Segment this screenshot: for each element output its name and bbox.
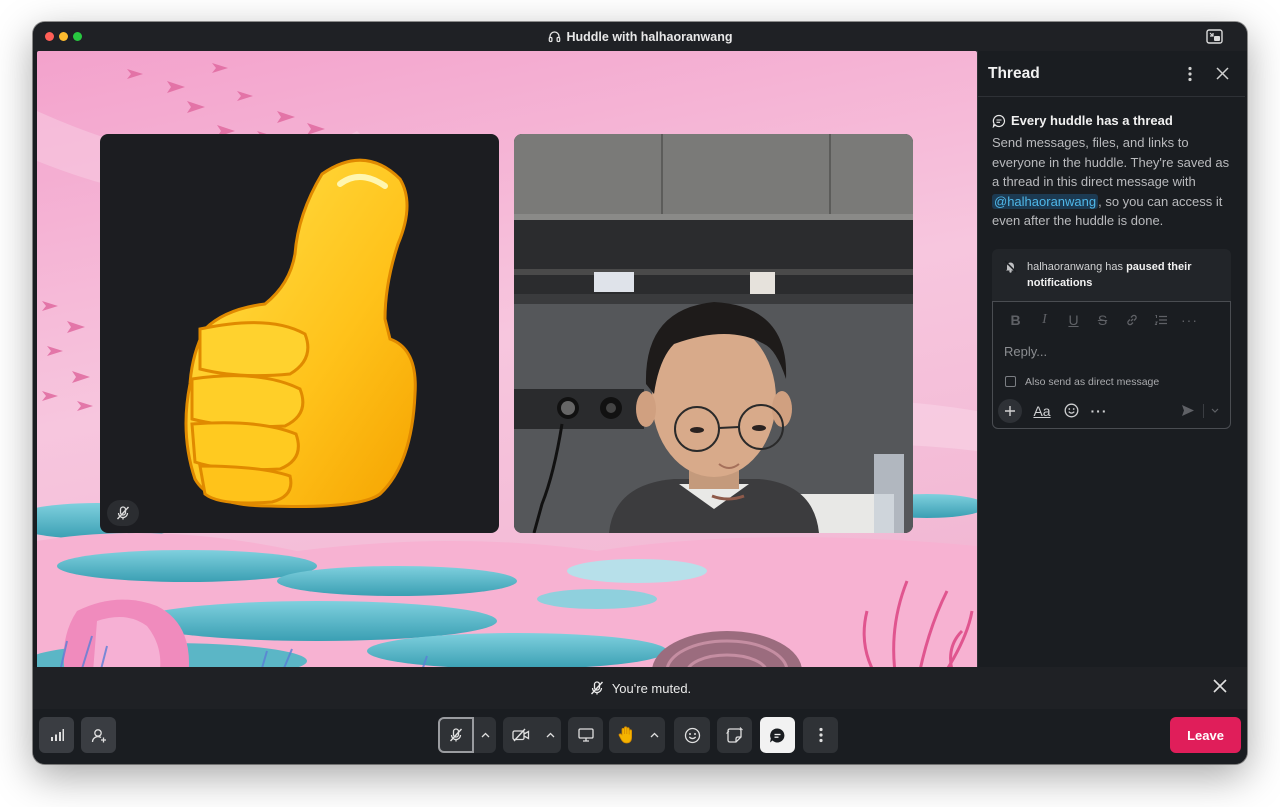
emoji-icon[interactable] [1060, 399, 1082, 423]
screen-share-icon [577, 728, 594, 742]
more-formatting-icon[interactable]: ··· [1175, 311, 1204, 329]
thread-toggle-button[interactable] [760, 717, 795, 753]
formatting-toolbar: B I U S ··· [993, 302, 1230, 329]
raised-hand-icon [618, 726, 632, 744]
thread-bubble-icon [992, 114, 1006, 128]
participant-tile-self[interactable] [100, 134, 499, 533]
muted-notification-bar: You're muted. [33, 667, 1247, 709]
add-attachment-button[interactable] [998, 398, 1022, 423]
picture-in-picture-button[interactable] [1206, 29, 1223, 44]
connection-quality-button[interactable] [39, 717, 74, 753]
more-options-icon[interactable] [1177, 61, 1203, 87]
also-send-dm-option[interactable]: Also send as direct message [1005, 376, 1159, 388]
camera-toggle-button[interactable] [503, 717, 539, 753]
close-notification-icon[interactable] [1213, 679, 1231, 697]
emoji-reaction-button[interactable] [674, 717, 710, 753]
stickers-button[interactable] [717, 717, 752, 753]
thumbs-up-icon [184, 158, 417, 508]
raise-hand-button[interactable] [609, 717, 643, 753]
thread-intro-body: Send messages, files, and links to every… [992, 133, 1231, 231]
huddle-stage [37, 51, 977, 685]
huddle-window: Huddle with halhaoranwang Thread Every h… [33, 22, 1247, 764]
close-thread-icon[interactable] [1209, 61, 1235, 87]
sticker-icon [726, 726, 743, 743]
participant-tile-halhaoranwang[interactable] [514, 134, 913, 533]
headphones-icon [548, 30, 561, 43]
notice-user-text: halhaoranwang has [1027, 260, 1127, 273]
strikethrough-icon[interactable]: S [1088, 311, 1117, 329]
share-screen-button[interactable] [568, 717, 603, 753]
numbered-list-icon[interactable] [1146, 311, 1175, 329]
smiley-icon [684, 727, 700, 743]
minimize-window-button[interactable] [59, 32, 68, 41]
chevron-up-icon [481, 732, 489, 738]
italic-icon[interactable]: I [1030, 311, 1059, 329]
user-mention-link[interactable]: @halhaoranwang [992, 193, 1099, 209]
reply-composer: B I U S ··· Reply... Also send as direct… [992, 300, 1231, 429]
also-send-label: Also send as direct message [1025, 375, 1160, 388]
camera-options-caret[interactable] [539, 717, 561, 753]
thread-intro: Every huddle has a thread Send messages,… [978, 97, 1245, 231]
chevron-up-icon [546, 732, 554, 738]
send-icon[interactable] [1177, 399, 1199, 423]
also-send-checkbox[interactable] [1005, 376, 1016, 388]
reactions-options-caret[interactable] [643, 717, 665, 753]
bell-snooze-icon [1004, 259, 1017, 291]
title-bar: Huddle with halhaoranwang [33, 22, 1247, 51]
leave-huddle-button[interactable]: Leave [1170, 717, 1241, 753]
microphone-options-caret[interactable] [474, 717, 496, 753]
huddle-controls: Leave [33, 709, 1247, 764]
participant-video-feed [514, 134, 913, 533]
signal-bars-icon [50, 729, 64, 741]
more-vertical-icon [818, 727, 823, 743]
mic-off-badge [107, 500, 139, 526]
window-title: Huddle with halhaoranwang [566, 29, 733, 44]
close-window-button[interactable] [45, 32, 54, 41]
mic-off-icon [589, 680, 605, 696]
microphone-toggle-button[interactable] [438, 717, 474, 753]
text-format-button[interactable]: Aa [1031, 399, 1053, 423]
mic-off-icon [116, 506, 130, 520]
intro-text-start: Send messages, files, and links to every… [992, 135, 1230, 190]
paused-notifications-notice: halhaoranwang has paused their notificat… [992, 248, 1231, 301]
thread-bubble-icon [770, 727, 785, 742]
thread-panel: Thread Every huddle has a thread Send me… [977, 51, 1245, 685]
thread-title: Thread [988, 64, 1040, 82]
mic-off-icon [449, 728, 463, 742]
muted-text: You're muted. [611, 680, 692, 696]
link-icon[interactable] [1117, 311, 1146, 329]
maximize-window-button[interactable] [73, 32, 82, 41]
video-off-icon [512, 728, 530, 742]
more-options-button[interactable] [803, 717, 838, 753]
composer-actions: Aa ··· [998, 398, 1222, 424]
send-options-chevron-icon[interactable] [1208, 399, 1222, 423]
underline-icon[interactable]: U [1059, 311, 1088, 329]
bold-icon[interactable]: B [1001, 311, 1030, 329]
thread-intro-title: Every huddle has a thread [1011, 113, 1173, 128]
add-people-button[interactable] [81, 717, 116, 753]
thread-panel-header: Thread [978, 51, 1245, 97]
add-person-icon [91, 728, 106, 742]
chevron-up-icon [650, 732, 658, 738]
more-actions-icon[interactable]: ··· [1088, 399, 1110, 423]
reply-input[interactable]: Reply... [1004, 344, 1047, 359]
